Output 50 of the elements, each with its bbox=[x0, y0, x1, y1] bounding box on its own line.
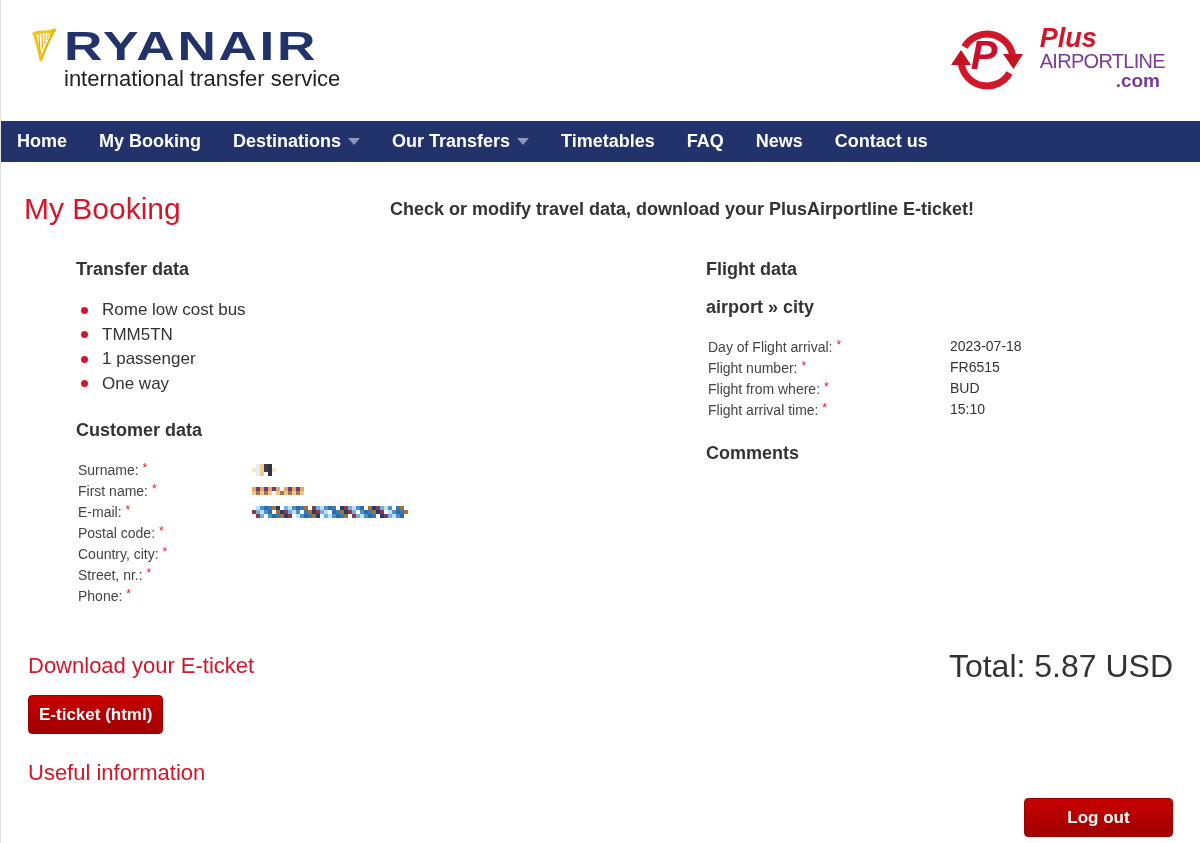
nav-link[interactable]: Home bbox=[1, 121, 83, 162]
nav-link[interactable]: FAQ bbox=[670, 121, 740, 162]
nav-link[interactable]: News bbox=[739, 121, 819, 162]
section-title: Customer data bbox=[76, 419, 203, 442]
field-value: BUD bbox=[950, 379, 980, 397]
section-title: Comments bbox=[706, 442, 799, 465]
route-title: airport » city bbox=[706, 296, 815, 319]
list-item-text: 1 passenger bbox=[102, 349, 196, 370]
field-label: Street, nr.: $^{*}$ bbox=[78, 565, 153, 584]
nav-link[interactable]: Our Transfers bbox=[376, 121, 546, 162]
logo-letter: P bbox=[970, 33, 998, 77]
section-title: Useful information bbox=[28, 759, 206, 787]
field-value: 2023-07-18 bbox=[950, 337, 1022, 355]
list-item-text: One way bbox=[102, 373, 170, 394]
page-subtitle: Check or modify travel data, download your PlusAirportline E-ticket! bbox=[390, 198, 975, 221]
logo-tagline: international transfer service bbox=[64, 67, 341, 91]
field-value: 15:10 bbox=[950, 400, 986, 418]
bullet-icon bbox=[81, 306, 88, 314]
field-label: Postal code: $^{*}$ bbox=[78, 523, 165, 542]
total-price: Total: 5.87 USD bbox=[948, 648, 1173, 684]
logo-word: AIRPORTLINE bbox=[1039, 51, 1165, 71]
bullet-icon bbox=[81, 380, 88, 388]
nav-link[interactable]: Timetables bbox=[545, 121, 671, 162]
logout-button[interactable]: Log out bbox=[1024, 798, 1173, 837]
list-item-text: Rome low cost bus bbox=[102, 300, 246, 321]
list-item-text: TMM5TN bbox=[102, 324, 173, 345]
field-label: Country, city: $^{*}$ bbox=[78, 544, 169, 563]
field-label: Day of Flight arrival: $^{*}$ bbox=[708, 336, 843, 356]
bullet-icon bbox=[81, 355, 88, 363]
field-label: Flight from where: $^{*}$ bbox=[708, 378, 830, 398]
field-value: FR6515 bbox=[950, 358, 1000, 376]
logo-word: Plus bbox=[1039, 25, 1098, 51]
logo-word: .com bbox=[1115, 71, 1160, 90]
field-label: Flight arrival time: $^{*}$ bbox=[708, 399, 829, 419]
harp-icon bbox=[32, 28, 56, 62]
bullet-icon bbox=[81, 331, 88, 339]
page-title: My Booking bbox=[24, 191, 181, 227]
section-title: Download your E-ticket bbox=[28, 652, 255, 680]
field-label: Surname: $^{*}$ bbox=[78, 460, 149, 479]
nav-link[interactable]: Destinations bbox=[217, 121, 377, 162]
field-label: Flight number: $^{*}$ bbox=[708, 357, 808, 377]
field-label: E-mail: $^{*}$ bbox=[78, 502, 132, 521]
field-label: First name: $^{*}$ bbox=[78, 481, 158, 500]
eticket-button[interactable]: E-ticket (html) bbox=[28, 695, 164, 734]
nav-link[interactable]: My Booking bbox=[83, 121, 217, 162]
logo-wordmark: RYANAIR bbox=[64, 26, 319, 66]
nav-link[interactable]: Contact us bbox=[818, 121, 944, 162]
field-label: Phone: $^{*}$ bbox=[78, 586, 132, 605]
section-title: Flight data bbox=[706, 258, 797, 281]
section-title: Transfer data bbox=[76, 258, 190, 281]
